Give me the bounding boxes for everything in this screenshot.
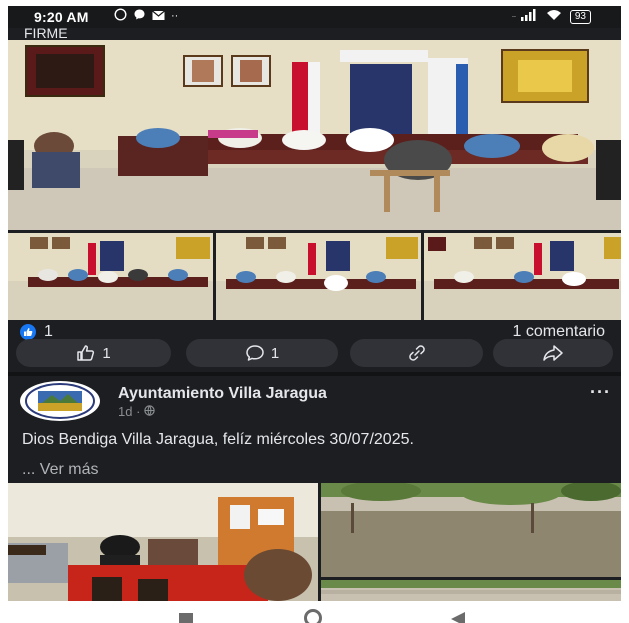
recents-icon[interactable] [179, 613, 193, 623]
post-actions: 1 1 [8, 339, 621, 369]
mail-icon [152, 9, 165, 24]
comment-button[interactable]: 1 [186, 339, 338, 367]
like-button-label: 1 [102, 344, 111, 362]
see-more-link[interactable]: ... Ver más [22, 461, 98, 479]
status-time: 9:20 AM [34, 9, 89, 25]
post-photo-yard[interactable] [321, 483, 621, 577]
messenger-icon [133, 8, 146, 24]
post-photo-thumb[interactable] [424, 233, 621, 320]
more-options-icon[interactable]: ··· [590, 382, 611, 403]
copy-link-button[interactable] [350, 339, 483, 367]
post-photo-thumb[interactable] [8, 233, 213, 320]
page-avatar[interactable] [20, 381, 100, 421]
post-photo-yard-2[interactable] [321, 580, 621, 601]
like-reaction-icon[interactable] [20, 324, 36, 340]
post-photo-thumb[interactable] [216, 233, 421, 320]
share-icon [542, 344, 564, 362]
battery-icon: 93 [569, 9, 591, 24]
wifi-icon [546, 9, 562, 24]
post-time[interactable]: 1d · [118, 404, 140, 419]
page-name[interactable]: Ayuntamiento Villa Jaragua [118, 385, 327, 403]
notification-icons: ·· [114, 8, 178, 24]
home-icon[interactable] [304, 609, 322, 623]
previous-post-text: FIRME [24, 26, 68, 38]
post-photo-dining[interactable] [8, 483, 318, 601]
copy-link-icon [407, 344, 427, 362]
comment-button-label: 1 [270, 344, 280, 362]
signal-icon: .. [512, 9, 538, 24]
post-separator [8, 372, 621, 376]
phone-screen: 9:20 AM ·· .. 93 FIRME 1 1 comentario 1 … [8, 6, 621, 601]
post-text: Dios Bendiga Villa Jaragua, felíz miérco… [22, 431, 414, 448]
share-button[interactable] [493, 339, 613, 367]
post-meta: 1d · [118, 404, 156, 419]
system-navigation-bar [0, 601, 629, 623]
like-icon [76, 344, 96, 362]
more-notifications-icon: ·· [171, 10, 179, 22]
comment-icon [245, 344, 265, 362]
system-icons: .. 93 [512, 9, 591, 24]
svg-text:..: .. [512, 12, 516, 19]
whatsapp-icon [114, 8, 127, 24]
like-button[interactable]: 1 [16, 339, 171, 367]
status-bar: 9:20 AM ·· .. 93 [8, 6, 621, 28]
post-photo-main[interactable] [8, 40, 621, 230]
back-icon[interactable] [451, 612, 465, 623]
globe-icon [144, 404, 156, 419]
